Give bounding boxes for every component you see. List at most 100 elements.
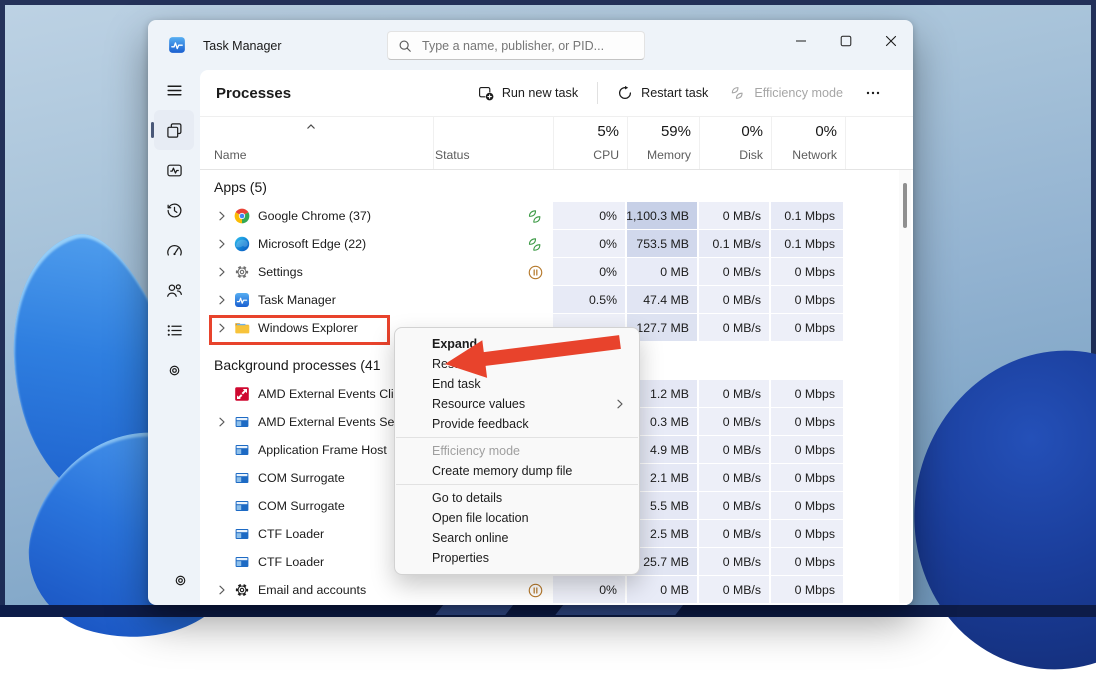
close-button[interactable] [868, 20, 913, 62]
sidebar-item-services[interactable]: circle cx="8" cy="8" r="5.1" fill="none"… [154, 350, 194, 390]
page-header: Processes Run new task Restart task Effici… [200, 70, 913, 116]
minimize-button[interactable] [778, 20, 823, 62]
column-header-status[interactable]: Status [433, 117, 553, 169]
sidebar-item-settings[interactable]: circle cx="8" cy="8" r="5.1" fill="none"… [160, 560, 200, 600]
menu-item-create-memory-dump-file[interactable]: Create memory dump file [399, 461, 635, 481]
column-aggregate: 5% [597, 123, 619, 140]
column-label: CPU [593, 148, 619, 162]
titlebar[interactable]: Task Manager [148, 20, 913, 70]
toolbar-restart-task-button[interactable]: Restart task [607, 79, 718, 107]
expand-chevron-icon [214, 442, 230, 458]
process-disk-cell: 0 MB/s [699, 492, 771, 520]
expand-chevron-icon[interactable] [214, 414, 230, 430]
process-row-microsoft-edge-22[interactable]: Microsoft Edge (22)0%753.5 MB0.1 MB/s0.1… [200, 230, 913, 258]
settings-app-icon [234, 264, 250, 280]
maximize-button[interactable] [823, 20, 868, 62]
scrollbar-thumb[interactable] [903, 183, 907, 228]
page-title: Processes [216, 85, 291, 102]
window-app-icon [234, 554, 250, 570]
more-icon [865, 85, 881, 101]
expand-chevron-icon [214, 526, 230, 542]
history-icon [166, 202, 183, 219]
window-app-icon [234, 414, 250, 430]
sidebar-item-details[interactable] [154, 310, 194, 350]
search-input[interactable] [420, 38, 634, 54]
amd-icon [234, 386, 250, 402]
toolbar: Run new task Restart task Efficiency mode [468, 79, 891, 107]
processes-icon [166, 122, 183, 139]
toolbar-more-options-button[interactable] [855, 79, 891, 107]
menu-item-resource-values[interactable]: Resource values [399, 394, 635, 414]
process-disk-cell: 0 MB/s [699, 436, 771, 464]
window-app-icon [234, 442, 250, 458]
process-network-cell: 0 Mbps [771, 436, 845, 464]
expand-chevron-icon[interactable] [214, 582, 230, 598]
process-disk-cell: 0 MB/s [699, 286, 771, 314]
window-app-icon [234, 470, 250, 486]
process-name-cell: Google Chrome (37) [212, 202, 433, 230]
expand-chevron-icon [214, 470, 230, 486]
process-row-google-chrome-37[interactable]: Google Chrome (37)0%1,100.3 MB0 MB/s0.1 … [200, 202, 913, 230]
process-row-settings[interactable]: Settings0%0 MB0 MB/s0 Mbps [200, 258, 913, 286]
process-status-cell [433, 230, 553, 258]
expand-chevron-icon[interactable] [214, 236, 230, 252]
column-header-memory[interactable]: 59%Memory [627, 117, 699, 169]
expand-chevron-icon[interactable] [214, 292, 230, 308]
menu-item-open-file-location[interactable]: Open file location [399, 508, 635, 528]
menu-item-go-to-details[interactable]: Go to details [399, 488, 635, 508]
window-controls [778, 20, 913, 62]
taskmanager-app-icon [234, 292, 250, 308]
process-memory-cell: 0 MB [627, 258, 699, 286]
column-header-name[interactable]: Name [212, 117, 433, 169]
sidebar-item-users[interactable] [154, 270, 194, 310]
process-name: CTF Loader [258, 555, 324, 569]
menu-item-search-online[interactable]: Search online [399, 528, 635, 548]
process-network-cell: 0 Mbps [771, 464, 845, 492]
column-header-cpu[interactable]: 5% CPU [553, 117, 627, 169]
menu-item-properties[interactable]: Properties [399, 548, 635, 568]
sidebar-item-performance[interactable] [154, 150, 194, 190]
column-header-network[interactable]: 0%Network [771, 117, 845, 169]
process-name: COM Surrogate [258, 499, 345, 513]
process-name: Application Frame Host [258, 443, 387, 457]
sidebar-item-app-history[interactable] [154, 190, 194, 230]
process-name: CTF Loader [258, 527, 324, 541]
wallpaper-bottom-strip [0, 605, 1096, 617]
sidebar-item-startup-apps[interactable] [154, 230, 194, 270]
toolbar-label: Restart task [641, 86, 708, 100]
column-label: Network [792, 148, 837, 162]
table-header: NameStatus 5% CPU 59%Memory0%Disk0%Network [200, 116, 913, 170]
menu-item-provide-feedback[interactable]: Provide feedback [399, 414, 635, 434]
process-row-email-and-accounts[interactable]: Email and accounts0%0 MB0 MB/s0 Mbps [200, 576, 913, 604]
process-disk-cell: 0 MB/s [699, 202, 771, 230]
toolbar-run-new-task-button[interactable]: Run new task [468, 79, 588, 107]
sidebar-item-menu[interactable] [154, 70, 194, 110]
process-status-cell [433, 258, 553, 286]
column-label: Status [435, 148, 470, 162]
column-header-disk[interactable]: 0%Disk [699, 117, 771, 169]
column-divider [699, 117, 700, 169]
process-cpu-cell: 0% [553, 230, 627, 258]
toolbar-efficiency-mode-button[interactable]: Efficiency mode [720, 79, 853, 107]
process-network-cell: 0 Mbps [771, 492, 845, 520]
expand-chevron-icon[interactable] [214, 264, 230, 280]
process-name: AMD External Events Serv [258, 415, 405, 429]
run-new-task-icon [478, 85, 494, 101]
search-box[interactable] [387, 31, 645, 60]
startup-icon [166, 242, 183, 259]
annotation-highlight-box [209, 315, 390, 345]
process-cpu-cell: 0.5% [553, 286, 627, 314]
column-label: Memory [647, 148, 691, 162]
menu-separator [396, 437, 638, 438]
sidebar-nav: circle cx="8" cy="8" r="5.1" fill="none"… [148, 70, 200, 390]
expand-chevron-icon [214, 554, 230, 570]
menu-separator [396, 484, 638, 485]
toolbar-label: Efficiency mode [754, 86, 843, 100]
hamburger-icon [166, 82, 183, 99]
sidebar-item-processes[interactable] [154, 110, 194, 150]
expand-chevron-icon [214, 386, 230, 402]
scrollbar[interactable] [899, 170, 911, 603]
expand-chevron-icon[interactable] [214, 208, 230, 224]
process-row-task-manager[interactable]: Task Manager0.5%47.4 MB0 MB/s0 Mbps [200, 286, 913, 314]
window-app-icon [234, 498, 250, 514]
